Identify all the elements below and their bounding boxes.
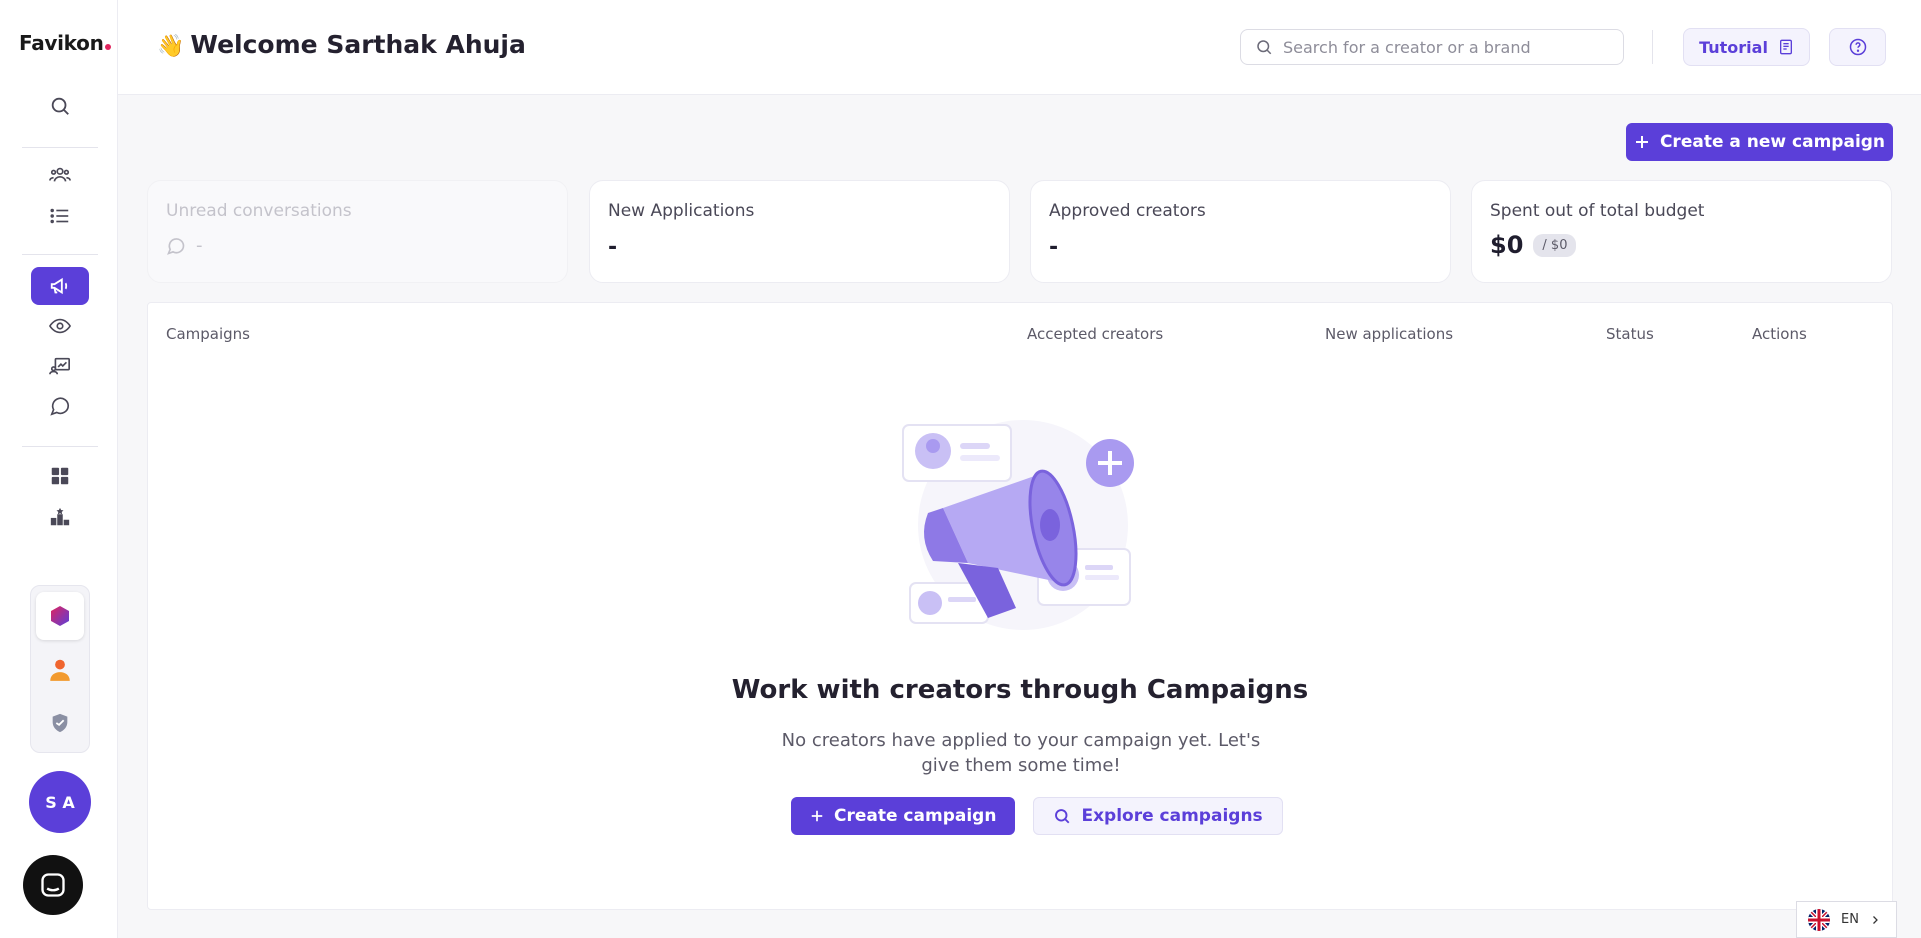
help-button[interactable] bbox=[1829, 28, 1886, 66]
sidebar-search-icon[interactable] bbox=[31, 87, 89, 125]
sidebar-messages-icon[interactable] bbox=[31, 387, 89, 425]
message-icon bbox=[167, 237, 185, 255]
sidebar-divider bbox=[22, 254, 98, 255]
card-label: Approved creators bbox=[1049, 201, 1206, 221]
sidebar-rankings-icon[interactable] bbox=[31, 498, 89, 536]
budget-card: Spent out of total budget $0 / $0 bbox=[1471, 180, 1892, 283]
new-applications-card: New Applications - bbox=[589, 180, 1010, 283]
sidebar-monitoring-icon[interactable] bbox=[31, 307, 89, 345]
approved-creators-card: Approved creators - bbox=[1030, 180, 1451, 283]
brand-switcher bbox=[30, 585, 90, 753]
column-header-campaigns: Campaigns bbox=[166, 325, 251, 343]
empty-state-title: Work with creators through Campaigns bbox=[731, 675, 1309, 705]
avatar-initials: S A bbox=[45, 792, 75, 812]
wave-emoji-icon: 👋 bbox=[157, 34, 185, 59]
card-value: - bbox=[1049, 235, 1059, 260]
column-header-actions: Actions bbox=[1752, 325, 1807, 343]
book-icon bbox=[1779, 39, 1792, 55]
total-budget-badge: / $0 bbox=[1533, 233, 1577, 257]
card-value: - bbox=[166, 235, 549, 256]
tutorial-button[interactable]: Tutorial bbox=[1683, 28, 1810, 66]
shield-icon[interactable] bbox=[36, 699, 84, 747]
top-header: 👋Welcome Sarthak Ahuja Tutorial bbox=[118, 0, 1921, 95]
brand-logo-icon[interactable] bbox=[36, 592, 84, 640]
plus-icon bbox=[1635, 136, 1648, 148]
card-label: Spent out of total budget bbox=[1490, 201, 1705, 221]
search-bar[interactable] bbox=[1240, 29, 1624, 65]
sidebar-lists-icon[interactable] bbox=[31, 197, 89, 235]
support-chat-icon[interactable] bbox=[23, 855, 83, 915]
sidebar-dashboard-icon[interactable] bbox=[31, 457, 89, 495]
language-selector[interactable]: EN bbox=[1796, 901, 1897, 938]
search-icon bbox=[1055, 809, 1070, 824]
empty-state-actions: Create campaign Explore campaigns bbox=[791, 797, 1283, 835]
tutorial-label: Tutorial bbox=[1699, 37, 1768, 57]
column-header-status: Status bbox=[1606, 325, 1654, 343]
sidebar-divider bbox=[22, 446, 98, 447]
campaigns-table: Campaigns Accepted creators New applicat… bbox=[147, 302, 1893, 910]
plus-icon bbox=[811, 810, 823, 822]
sidebar-creators-icon[interactable] bbox=[31, 156, 89, 194]
card-label: New Applications bbox=[608, 201, 755, 221]
empty-state-description: No creators have applied to your campaig… bbox=[781, 730, 1261, 776]
sidebar: Favikon S A bbox=[0, 0, 118, 938]
logo-dot bbox=[104, 44, 111, 50]
create-campaign-label: Create campaign bbox=[834, 806, 997, 826]
chevron-right-icon bbox=[1873, 915, 1878, 924]
user-avatar[interactable]: S A bbox=[29, 771, 91, 833]
uk-flag-icon bbox=[1808, 908, 1830, 931]
create-new-campaign-button[interactable]: Create a new campaign bbox=[1626, 123, 1893, 161]
megaphone-illustration bbox=[902, 420, 1134, 630]
unread-conversations-card: Unread conversations - bbox=[147, 180, 568, 283]
sidebar-divider bbox=[22, 147, 98, 148]
page-title: 👋 Welcome Sarthak Ahuja bbox=[157, 30, 526, 59]
language-code: EN bbox=[1841, 912, 1859, 927]
sidebar-analytics-icon[interactable] bbox=[31, 347, 89, 385]
spent-amount: $0 bbox=[1490, 231, 1524, 259]
create-campaign-button[interactable]: Create campaign bbox=[791, 797, 1016, 835]
search-input[interactable] bbox=[1283, 37, 1613, 57]
search-icon bbox=[1257, 40, 1272, 55]
favikon-logo[interactable]: Favikon bbox=[19, 31, 111, 55]
column-header-new-applications: New applications bbox=[1325, 325, 1454, 343]
explore-campaigns-button[interactable]: Explore campaigns bbox=[1033, 797, 1283, 835]
header-divider bbox=[1652, 30, 1653, 64]
explore-campaigns-label: Explore campaigns bbox=[1081, 806, 1263, 826]
column-header-accepted-creators: Accepted creators bbox=[1027, 325, 1164, 343]
create-new-campaign-label: Create a new campaign bbox=[1659, 132, 1886, 152]
unread-count: - bbox=[196, 235, 203, 256]
welcome-text: Welcome Sarthak Ahuja bbox=[190, 30, 526, 59]
logo-text: Favikon bbox=[19, 31, 104, 55]
card-value: - bbox=[608, 235, 618, 260]
person-icon[interactable] bbox=[36, 646, 84, 694]
budget-row: $0 / $0 bbox=[1490, 231, 1873, 259]
card-label: Unread conversations bbox=[166, 201, 352, 221]
help-icon bbox=[1849, 38, 1866, 56]
sidebar-campaigns-icon[interactable] bbox=[31, 267, 89, 305]
